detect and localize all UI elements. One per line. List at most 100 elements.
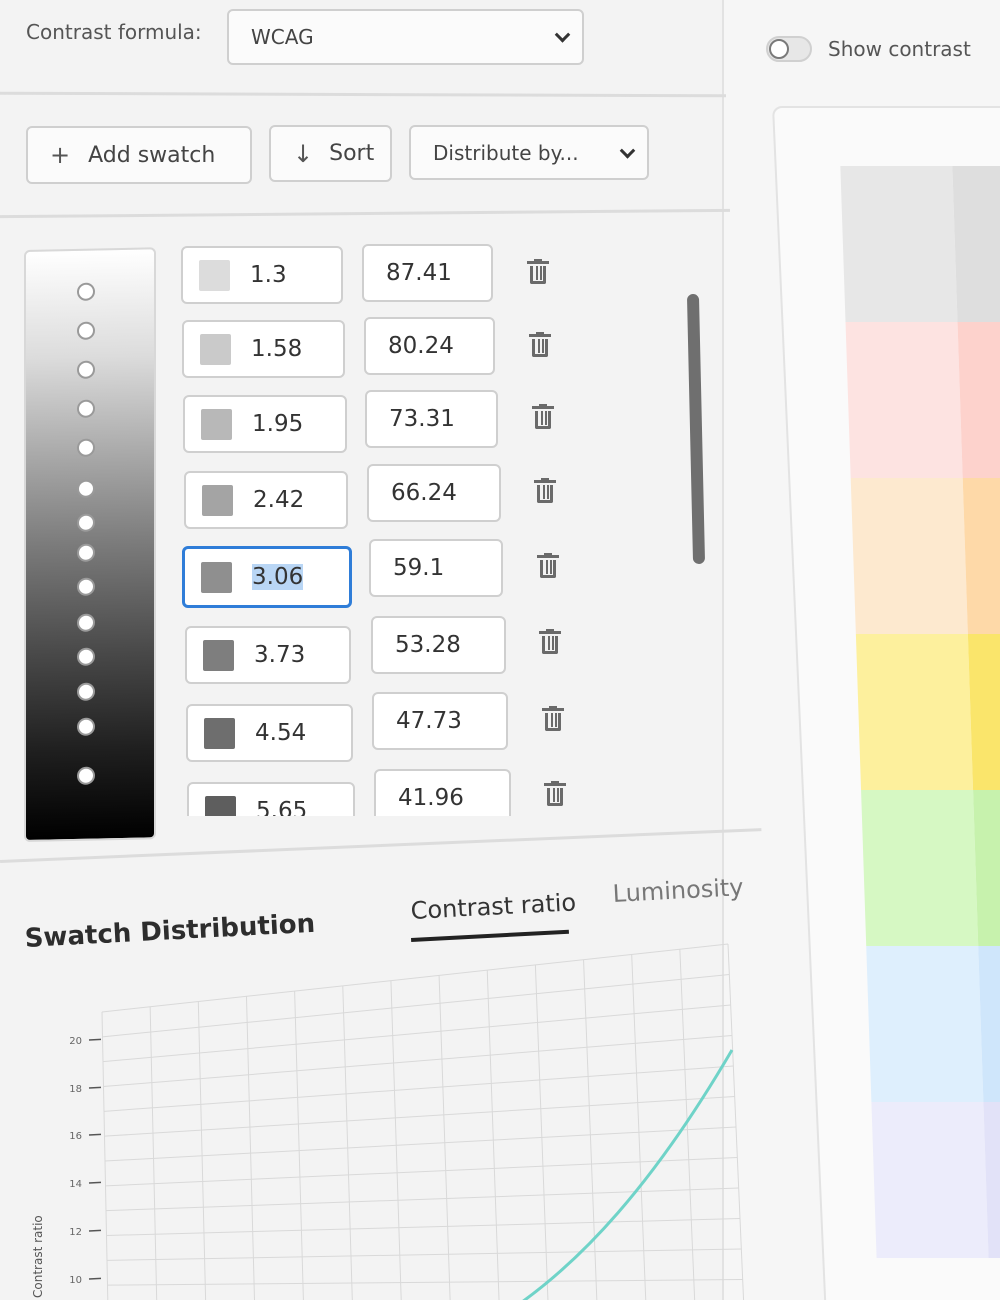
slider-handle[interactable] [77, 577, 95, 596]
y-tick-label: 20 [69, 1036, 82, 1047]
contrast-value: 5.65 [256, 798, 308, 816]
contrast-input[interactable]: 1.3 [181, 246, 343, 304]
sort-button[interactable]: ↓ Sort [269, 125, 392, 182]
palette-grid [840, 166, 1000, 1258]
swatch-chip [203, 639, 234, 671]
contrast-input-focused[interactable]: 3.06 [182, 546, 352, 608]
luminosity-input[interactable]: 41.96 [374, 769, 511, 816]
palette-swatch[interactable] [957, 322, 1000, 478]
trash-icon[interactable] [539, 629, 561, 655]
palette-swatch[interactable] [840, 166, 958, 322]
palette-swatch[interactable] [855, 634, 974, 790]
grid-line [727, 943, 745, 1300]
grid-line [197, 1001, 207, 1300]
slider-handle[interactable] [77, 399, 95, 418]
grid-line [342, 985, 353, 1300]
y-tick-mark [88, 1133, 102, 1136]
trash-icon[interactable] [532, 404, 554, 430]
slider-handle[interactable] [77, 613, 95, 632]
contrast-input[interactable]: 4.54 [186, 704, 353, 762]
luminosity-value: 66.24 [391, 480, 457, 506]
grid-line [245, 996, 256, 1300]
show-contrast-control[interactable]: Show contrast [766, 36, 971, 62]
swatch-chip [200, 333, 231, 365]
slider-handle[interactable] [77, 766, 95, 785]
swatch-chip [201, 561, 232, 593]
contrast-value: 1.58 [251, 336, 303, 362]
luminosity-input[interactable]: 73.31 [365, 390, 498, 448]
contrast-formula-value: WCAG [251, 25, 314, 49]
slider-handle[interactable] [77, 360, 95, 379]
swatch-chip [202, 484, 233, 516]
palette-swatch[interactable] [845, 322, 963, 478]
grid-line [390, 980, 402, 1300]
slider-handle[interactable] [77, 682, 95, 701]
grid-line [294, 991, 304, 1300]
divider [0, 208, 730, 219]
palette-row [861, 790, 1000, 946]
grid-line [103, 1035, 733, 1087]
trash-icon[interactable] [542, 706, 564, 732]
palette-row [866, 946, 1000, 1102]
trash-icon[interactable] [544, 781, 566, 807]
slider-handle[interactable] [77, 513, 95, 532]
trash-icon[interactable] [537, 553, 559, 579]
palette-row [855, 634, 1000, 790]
luminosity-input[interactable]: 59.1 [369, 539, 503, 597]
grid-line [679, 949, 696, 1300]
grid-line [103, 1065, 734, 1112]
slider-handle[interactable] [77, 479, 95, 498]
y-tick-mark [88, 1181, 102, 1184]
luminosity-input[interactable]: 53.28 [371, 616, 506, 674]
luminosity-input[interactable]: 80.24 [364, 317, 495, 375]
trash-icon[interactable] [527, 259, 549, 285]
chart-y-ticks: 10 12 14 16 18 20 [69, 1036, 102, 1286]
toggle-knob [769, 39, 789, 59]
slider-handle[interactable] [77, 543, 95, 562]
tab-contrast-ratio[interactable]: Contrast ratio [410, 888, 577, 925]
distribute-select[interactable]: Distribute by... [409, 125, 649, 180]
contrast-input[interactable]: 3.73 [185, 626, 351, 684]
contrast-value: 4.54 [255, 720, 307, 746]
contrast-input[interactable]: 5.65 [187, 782, 355, 816]
contrast-formula-select[interactable]: WCAG [227, 9, 584, 65]
luminosity-input[interactable]: 66.24 [367, 464, 501, 522]
palette-swatch[interactable] [967, 634, 1000, 790]
grid-line [104, 1126, 737, 1162]
swatch-list-scrollbar[interactable] [686, 293, 706, 565]
show-contrast-toggle[interactable] [766, 36, 812, 62]
trash-icon[interactable] [529, 332, 551, 358]
contrast-input[interactable]: 1.95 [183, 395, 347, 453]
contrast-input[interactable]: 1.58 [182, 320, 345, 378]
arrow-down-icon: ↓ [293, 139, 314, 168]
slider-handle[interactable] [77, 647, 95, 666]
grid-line [106, 1218, 741, 1236]
grid-line [101, 1011, 109, 1300]
luminosity-value: 80.24 [388, 333, 454, 359]
grid-line [438, 975, 451, 1300]
palette-swatch[interactable] [962, 478, 1000, 634]
slider-handle[interactable] [77, 282, 95, 301]
slider-handle[interactable] [77, 438, 95, 457]
swatch-chip [201, 408, 232, 440]
y-tick-label: 16 [69, 1131, 82, 1142]
contrast-value: 1.95 [252, 411, 304, 437]
luminosity-input[interactable]: 47.73 [372, 692, 508, 750]
luminosity-value: 59.1 [393, 555, 445, 581]
trash-icon[interactable] [534, 478, 556, 504]
palette-swatch[interactable] [866, 946, 984, 1102]
contrast-input[interactable]: 2.42 [184, 471, 348, 529]
palette-swatch[interactable] [952, 166, 1000, 322]
slider-handle[interactable] [77, 717, 95, 736]
luminosity-value: 73.31 [389, 406, 455, 432]
distribute-value: Distribute by... [433, 140, 579, 165]
palette-swatch[interactable] [973, 790, 1000, 946]
luminosity-input[interactable]: 87.41 [362, 244, 493, 302]
add-swatch-button[interactable]: + Add swatch [26, 126, 252, 184]
palette-swatch[interactable] [850, 478, 968, 634]
luminosity-gradient-slider[interactable] [24, 247, 156, 843]
palette-swatch[interactable] [871, 1102, 989, 1258]
y-tick-mark [88, 1038, 102, 1041]
palette-swatch[interactable] [861, 790, 979, 946]
slider-handle[interactable] [77, 321, 95, 340]
